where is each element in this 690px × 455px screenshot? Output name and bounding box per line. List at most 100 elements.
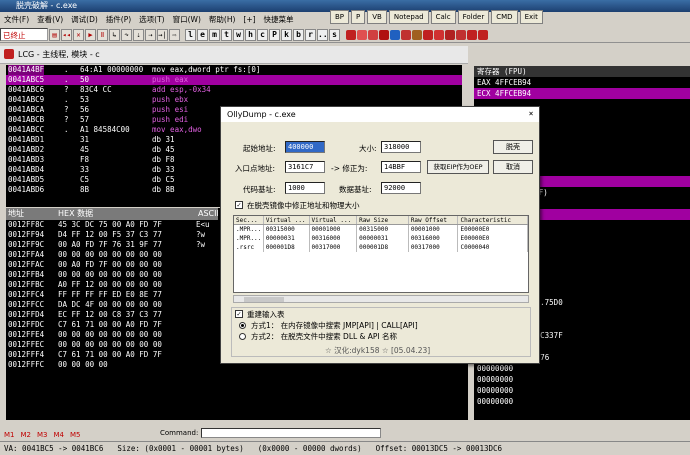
entry-point-field[interactable]: 3161C7 (285, 161, 325, 173)
window-button-11[interactable]: ... (317, 28, 332, 41)
dump-tab-m2[interactable]: M2 (21, 431, 32, 439)
menu-item-3[interactable]: 插件(P) (102, 14, 135, 25)
window-button-10[interactable]: r (305, 28, 316, 41)
menu-item-0[interactable]: 文件(F) (0, 14, 33, 25)
menu-item-8[interactable]: 快捷菜单 (260, 14, 298, 25)
tool-red4-icon[interactable] (467, 29, 477, 40)
trace-over-icon[interactable]: ⇢ (145, 28, 156, 41)
section-column-header[interactable]: Raw Offset (409, 216, 459, 224)
sections-table[interactable]: Sec... Virtual ... Virtual ... Raw Size Raw … (233, 215, 529, 293)
dump-row[interactable]: 0012FFA4 00 00 00 00 00 00 00 00 (6, 250, 218, 260)
size-field[interactable]: 318000 (381, 141, 421, 153)
pause-icon[interactable]: Ⅱ (97, 28, 108, 41)
quick-button-exit[interactable]: Exit (519, 10, 543, 24)
dump-button[interactable]: 脱壳 (493, 140, 533, 154)
dump-row[interactable]: 0012FF94 D4 FF 12 00 F5 37 C3 77 ?w (6, 230, 218, 240)
menu-item-4[interactable]: 选项(T) (135, 14, 168, 25)
window-button-1[interactable]: e (197, 28, 208, 41)
tool-red3-icon[interactable] (456, 29, 466, 40)
get-eip-as-oep-button[interactable]: 获取EIP作为OEP (427, 160, 489, 174)
section-column-header[interactable]: Virtual ... (264, 216, 310, 224)
section-row[interactable]: .rsrc 000001D8 00317000 000001D8 00317000 C00… (234, 243, 528, 252)
tool-red5-icon[interactable] (478, 29, 488, 40)
execute-till-return-icon[interactable]: →| (157, 28, 168, 41)
dump-tab-m3[interactable]: M3 (37, 431, 48, 439)
dump-row[interactable]: 0012FFBC A0 FF 12 00 00 00 00 00 (6, 280, 218, 290)
scroll-thumb[interactable] (244, 297, 284, 302)
window-button-5[interactable]: h (245, 28, 256, 41)
window-button-4[interactable]: w (233, 28, 244, 41)
window-button-12[interactable]: s (329, 28, 340, 41)
command-input[interactable] (200, 428, 381, 438)
step-over-icon[interactable]: ↷ (121, 28, 132, 41)
tool-bug-icon[interactable] (368, 29, 378, 40)
section-column-header[interactable]: Sec... (234, 216, 264, 224)
open-icon[interactable]: ▤ (49, 28, 60, 41)
fix-size-checkbox[interactable]: ✓ (235, 201, 243, 209)
window-button-3[interactable]: t (221, 28, 232, 41)
window-button-7[interactable]: P (269, 28, 280, 41)
section-row[interactable]: .MPR... 00315000 00001000 00315000 00001000 E… (234, 225, 528, 234)
window-button-0[interactable]: l (185, 28, 196, 41)
menu-item-2[interactable]: 调试(D) (67, 14, 102, 25)
quick-button-calc[interactable]: Calc (430, 10, 456, 24)
section-column-header[interactable]: Virtual ... (310, 216, 358, 224)
code-base-field[interactable]: 1000 (285, 182, 325, 194)
tool-flag-icon[interactable] (434, 29, 444, 40)
dump-row[interactable]: 0012FFAC 00 A0 FD 7F 00 00 00 00 (6, 260, 218, 270)
fix-oep-field[interactable]: 14BBF (381, 161, 421, 173)
menu-item-7[interactable]: [+] (239, 15, 259, 24)
window-button-9[interactable]: b (293, 28, 304, 41)
menu-item-5[interactable]: 窗口(W) (169, 14, 205, 25)
tool-brown-icon[interactable] (412, 29, 422, 40)
window-button-8[interactable]: k (281, 28, 292, 41)
goto-icon[interactable]: ⇨ (169, 28, 180, 41)
method2-radio[interactable] (239, 333, 246, 340)
step-into-icon[interactable]: ↳ (109, 28, 120, 41)
tool-blue-icon[interactable] (390, 29, 400, 40)
data-base-field[interactable]: 92000 (381, 182, 421, 194)
disasm-row[interactable]: 0041ABC9. 53 push ebx (6, 95, 462, 105)
start-address-field[interactable]: 400000 (285, 141, 325, 153)
close-icon[interactable]: × (526, 109, 536, 119)
dump-row[interactable]: 0012FFB4 00 00 00 00 00 00 00 00 (6, 270, 218, 280)
dump-row[interactable]: 0012FFD4 EC FF 12 00 C8 37 C3 77 (6, 310, 218, 320)
close-process-icon[interactable]: ✕ (73, 28, 84, 41)
trace-into-icon[interactable]: ⇣ (133, 28, 144, 41)
dump-row[interactable]: 0012FF9C 00 A0 FD 7F 76 31 9F 77 ?w (6, 240, 218, 250)
dump-tab-m5[interactable]: M5 (70, 431, 81, 439)
menu-item-1[interactable]: 查看(V) (33, 14, 67, 25)
quick-button-folder[interactable]: Folder (457, 10, 490, 24)
dump-tab-m1[interactable]: M1 (4, 431, 15, 439)
dump-row[interactable]: 0012FFEC 00 00 00 00 00 00 00 00 (6, 340, 218, 350)
quick-button-bp[interactable]: BP (330, 10, 350, 24)
dump-row[interactable]: 0012FFDC C7 61 71 00 00 A0 FD 7F (6, 320, 218, 330)
quick-button-cmd[interactable]: CMD (491, 10, 518, 24)
disasm-row[interactable]: 0041A4BF. 64:A1 00000000 mov eax,dword ptr… (6, 65, 462, 75)
run-icon[interactable]: ▶ (85, 28, 96, 41)
tool-target-icon[interactable] (401, 29, 411, 40)
method1-radio[interactable] (239, 322, 246, 329)
tool-stop-icon[interactable] (379, 29, 389, 40)
disasm-row[interactable]: 0041ABC6? 83C4 CC add esp,-0x34 (6, 85, 462, 95)
menu-item-6[interactable]: 帮助(H) (205, 14, 240, 25)
memory-dump-pane[interactable]: 地址 HEX 数据 ASCII 0012FF8C 45 3C DC 75 00 A0 … (6, 208, 218, 420)
quick-button-p[interactable]: P (351, 10, 366, 24)
section-column-header[interactable]: Raw Size (357, 216, 409, 224)
dump-row[interactable]: 0012FFFC 00 00 00 00 (6, 360, 218, 370)
window-button-2[interactable]: m (209, 28, 220, 41)
dump-row[interactable]: 0012FFE4 00 00 00 00 00 00 00 00 (6, 330, 218, 340)
disasm-row[interactable]: 0041ABC5. 50 push eax (6, 75, 462, 85)
window-button-6[interactable]: c (257, 28, 268, 41)
section-row[interactable]: .MPR... 00000031 00316000 00000031 00316000 E… (234, 234, 528, 243)
tool-red-icon[interactable] (346, 29, 356, 40)
dump-tab-m4[interactable]: M4 (54, 431, 65, 439)
dump-row[interactable]: 0012FFC4 FF FF FF FF ED E0 8E 77 (6, 290, 218, 300)
cancel-button[interactable]: 取消 (493, 160, 533, 174)
quick-button-notepad[interactable]: Notepad (388, 10, 429, 24)
sections-scrollbar[interactable] (233, 295, 529, 303)
rebuild-import-checkbox[interactable]: ✓ (235, 310, 243, 318)
dump-row[interactable]: 0012FFF4 C7 61 71 00 00 A0 FD 7F (6, 350, 218, 360)
restart-icon[interactable]: ◂◂ (61, 28, 72, 41)
dump-row[interactable]: 0012FF8C 45 3C DC 75 00 A0 FD 7F E<u (6, 220, 218, 230)
